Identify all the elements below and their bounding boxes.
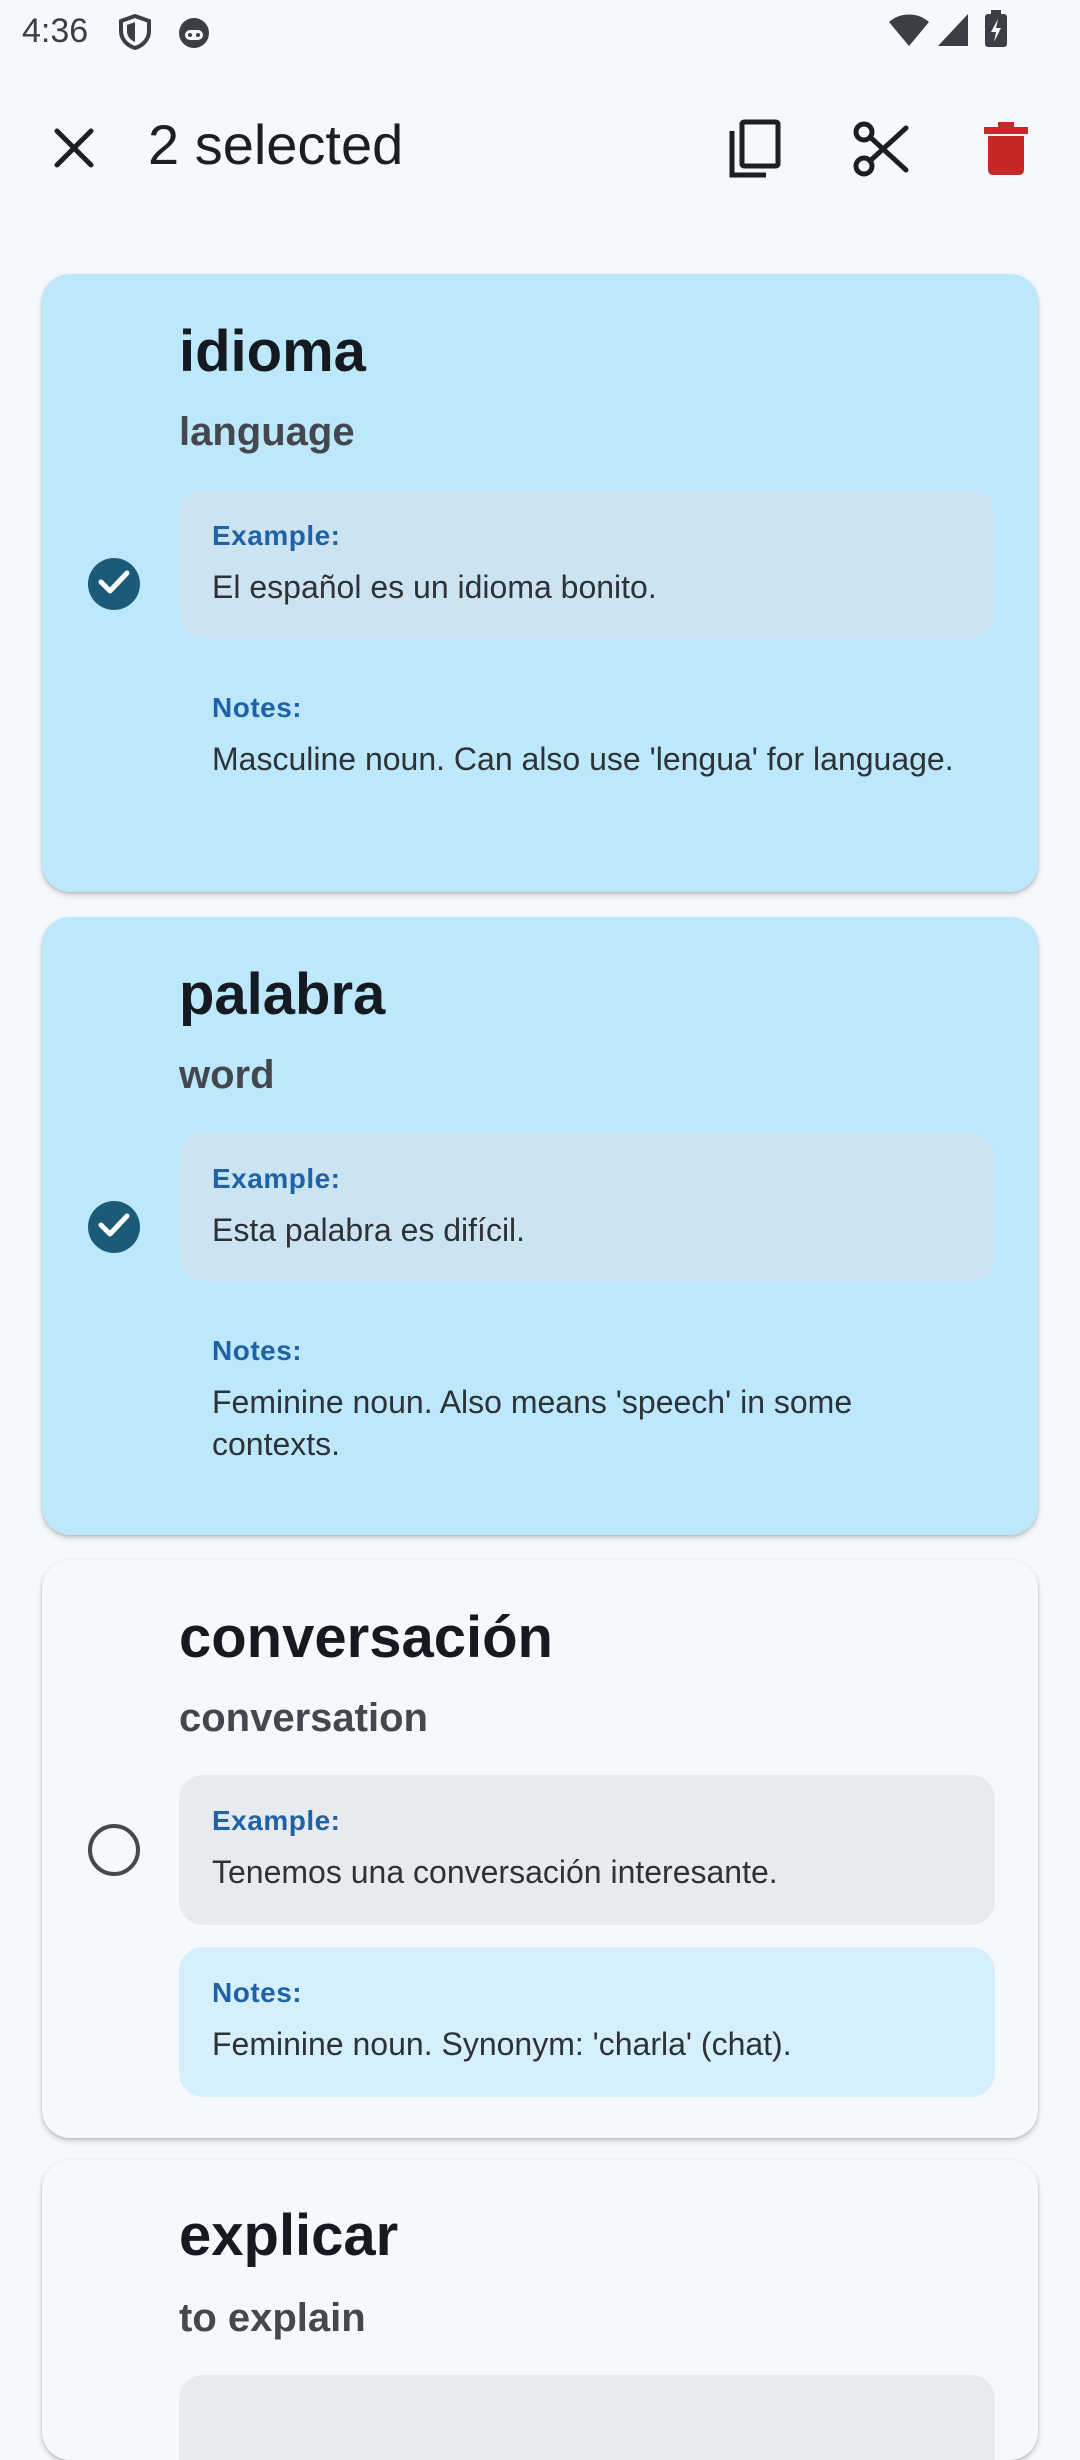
- battery-charging-icon: [984, 10, 1008, 53]
- vocab-card[interactable]: conversación conversation Example: Tenem…: [42, 1560, 1038, 2138]
- delete-button[interactable]: [961, 106, 1051, 196]
- example-box: Example: Esta palabra es difícil.: [179, 1133, 995, 1281]
- vocab-translation: to explain: [179, 2296, 366, 2340]
- checkmark-icon: [98, 1212, 130, 1243]
- example-text: El español es un idioma bonito.: [212, 569, 657, 605]
- selected-checkbox[interactable]: [88, 1201, 140, 1253]
- notes-text: Feminine noun. Synonym: 'charla' (chat).: [212, 2026, 792, 2062]
- signal-icon: [936, 12, 970, 53]
- notes-label: Notes:: [212, 1335, 303, 1366]
- selected-checkbox[interactable]: [88, 558, 140, 610]
- vocab-card[interactable]: explicar to explain: [42, 2160, 1038, 2460]
- close-icon: [53, 127, 95, 174]
- selection-app-bar: 2 selected: [0, 70, 1080, 220]
- status-bar: 4:36: [0, 0, 1080, 64]
- vocab-term: conversación: [179, 1605, 553, 1670]
- example-box: [179, 2375, 995, 2460]
- notes-text: Feminine noun. Also means 'speech' in so…: [212, 1384, 853, 1462]
- unselected-checkbox[interactable]: [88, 1824, 140, 1876]
- copy-icon: [726, 119, 782, 184]
- example-box: Example: Tenemos una conversación intere…: [179, 1775, 995, 1925]
- notes-text: Masculine noun. Can also use 'lengua' fo…: [212, 741, 954, 777]
- close-selection-button[interactable]: [34, 110, 114, 190]
- example-text: Esta palabra es difícil.: [212, 1212, 526, 1248]
- status-time: 4:36: [22, 12, 89, 50]
- vocab-translation: word: [179, 1053, 275, 1097]
- notes-box: Notes: Masculine noun. Can also use 'len…: [179, 662, 995, 852]
- example-box: Example: El español es un idioma bonito.: [179, 490, 995, 638]
- shield-icon: [118, 13, 152, 55]
- trash-icon: [984, 121, 1028, 181]
- vocab-translation: conversation: [179, 1696, 428, 1740]
- cut-button[interactable]: [836, 106, 926, 196]
- wifi-icon: [888, 12, 930, 53]
- scissors-icon: [852, 120, 910, 183]
- copy-button[interactable]: [709, 106, 799, 196]
- vocab-card[interactable]: palabra word Example: Esta palabra es di…: [42, 917, 1038, 1535]
- checkmark-icon: [98, 569, 130, 600]
- example-label: Example:: [212, 1163, 341, 1194]
- vocab-term: idioma: [179, 319, 366, 384]
- example-label: Example:: [212, 520, 341, 551]
- example-label: Example:: [212, 1805, 341, 1836]
- vocab-card[interactable]: idioma language Example: El español es u…: [42, 274, 1038, 892]
- notes-box: Notes: Feminine noun. Synonym: 'charla' …: [179, 1947, 995, 2097]
- vocab-term: palabra: [179, 962, 386, 1027]
- notes-box: Notes: Feminine noun. Also means 'speech…: [179, 1305, 995, 1495]
- vocab-translation: language: [179, 410, 355, 454]
- notes-label: Notes:: [212, 1977, 303, 2008]
- selection-count-title: 2 selected: [148, 113, 404, 176]
- notes-label: Notes:: [212, 692, 303, 723]
- android-icon: [176, 14, 212, 55]
- vocab-term: explicar: [179, 2203, 399, 2268]
- example-text: Tenemos una conversación interesante.: [212, 1854, 778, 1890]
